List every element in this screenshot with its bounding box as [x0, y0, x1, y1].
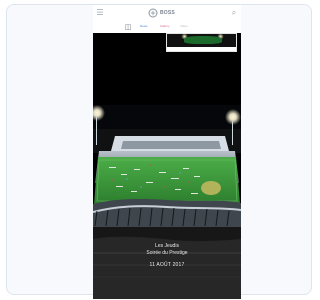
camera-icon[interactable]: ◫ — [124, 23, 132, 31]
hero-line-1: Les Jeudis — [155, 243, 179, 249]
brand-logo[interactable]: BOSS — [146, 7, 186, 20]
hero-date: 11 AOÛT 2017 — [149, 262, 185, 268]
logo-mark-icon — [148, 8, 158, 18]
tab-gallery[interactable]: Gallery — [160, 24, 170, 29]
hero-line-2: Soirée du Prestige — [146, 250, 188, 256]
tab-news[interactable]: News — [140, 24, 148, 29]
tab-video[interactable]: Video — [180, 24, 188, 29]
preview-label — [167, 47, 236, 51]
search-icon[interactable]: ⌕ — [229, 9, 239, 17]
menu-icon[interactable]: ☰ — [95, 9, 105, 17]
app-header: ☰ BOSS ⌕ ◫ News Gallery Video — [93, 5, 241, 33]
preview-thumbnail[interactable] — [166, 33, 237, 52]
stadium-hero-image — [93, 33, 241, 299]
brand-name: BOSS — [160, 10, 175, 16]
top-tabs: ◫ News Gallery Video — [124, 23, 214, 31]
preview-field — [184, 36, 222, 44]
